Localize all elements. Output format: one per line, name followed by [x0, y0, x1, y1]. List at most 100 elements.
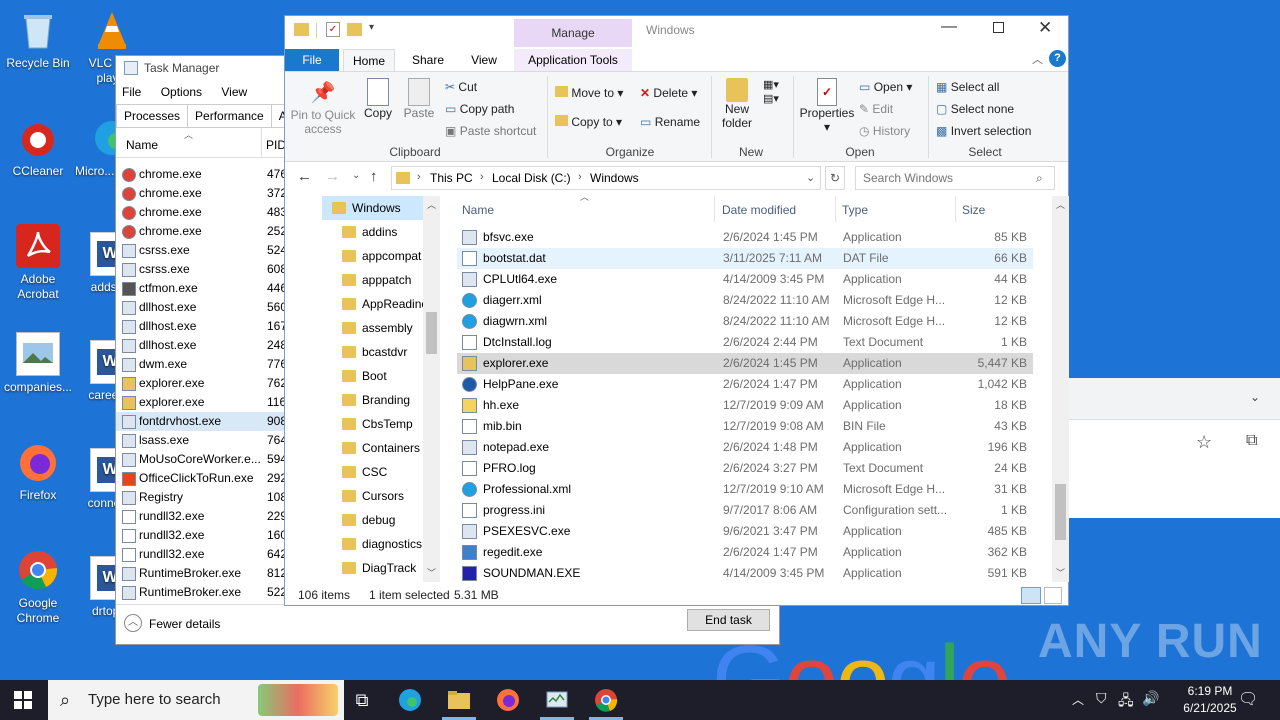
- history-button[interactable]: ◷ History: [859, 124, 910, 138]
- file-row[interactable]: regedit.exe 2/6/2024 1:47 PM Application 36…: [457, 542, 1033, 563]
- process-row[interactable]: csrss.exe 608: [116, 260, 286, 279]
- process-row[interactable]: dllhost.exe 167: [116, 317, 286, 336]
- address-bar[interactable]: › This PC › Local Disk (C:) › Windows ⌄: [391, 166, 821, 190]
- firefox-taskbar-icon[interactable]: [496, 688, 520, 712]
- process-row[interactable]: explorer.exe 762: [116, 374, 286, 393]
- select-none-button[interactable]: ▢ Select none: [936, 102, 1014, 116]
- minimize-icon[interactable]: —: [941, 18, 957, 36]
- taskbar-search-box[interactable]: ⌕ Type here to search: [48, 680, 344, 720]
- chrome-address-area[interactable]: ☆ ⧉: [1068, 424, 1280, 462]
- column-pid-header[interactable]: PID: [266, 138, 286, 152]
- menu-options[interactable]: Options: [161, 85, 202, 99]
- desktop-icon-google-chrome[interactable]: Google Chrome: [0, 548, 76, 626]
- process-row[interactable]: rundll32.exe 160: [116, 526, 286, 545]
- process-row[interactable]: lsass.exe 764: [116, 431, 286, 450]
- recent-locations-icon[interactable]: ⌄: [352, 170, 360, 181]
- move-to-button[interactable]: Move to ▾: [555, 86, 623, 100]
- properties-quick-icon[interactable]: ✓: [326, 22, 340, 37]
- paste-button[interactable]: Paste: [401, 78, 437, 120]
- process-row[interactable]: MoUsoCoreWorker.e... 594: [116, 450, 286, 469]
- fewer-details-link[interactable]: Fewer details: [149, 617, 220, 631]
- new-folder-quick-icon[interactable]: [347, 23, 362, 36]
- column-date-modified[interactable]: Date modified: [722, 203, 796, 217]
- search-input[interactable]: Search Windows ⌕: [855, 166, 1055, 190]
- paste-shortcut-button[interactable]: ▣ Paste shortcut: [445, 124, 536, 138]
- file-row[interactable]: bfsvc.exe 2/6/2024 1:45 PM Application 85 K…: [457, 227, 1033, 248]
- file-row[interactable]: bootstat.dat 3/11/2025 7:11 AM DAT File 66 …: [457, 248, 1033, 269]
- process-row[interactable]: rundll32.exe 642: [116, 545, 286, 564]
- task-view-icon[interactable]: ⧉: [350, 688, 374, 712]
- cut-button[interactable]: ✂ Cut: [445, 80, 477, 94]
- file-row[interactable]: explorer.exe 2/6/2024 1:45 PM Application 5…: [457, 353, 1033, 374]
- copy-path-button[interactable]: ▭ Copy path: [445, 102, 514, 116]
- end-task-button[interactable]: End task: [687, 609, 770, 631]
- column-name-header[interactable]: Name: [126, 138, 158, 152]
- task-manager-taskbar-icon[interactable]: [545, 688, 569, 712]
- show-hidden-icons-icon[interactable]: ︿: [1072, 691, 1084, 708]
- desktop-icon-ccleaner[interactable]: CCleaner: [0, 116, 76, 179]
- notifications-icon[interactable]: 🗨: [1238, 689, 1258, 709]
- breadcrumb-windows[interactable]: Windows: [590, 171, 639, 185]
- file-row[interactable]: PSEXESVC.exe 9/6/2021 3:47 PM Application 4…: [457, 521, 1033, 542]
- ribbon-collapse-icon[interactable]: ︿: [1032, 51, 1043, 67]
- edit-button[interactable]: ✎ Edit: [859, 102, 893, 116]
- maximize-icon[interactable]: [993, 22, 1004, 33]
- process-row[interactable]: dwm.exe 776: [116, 355, 286, 374]
- back-arrow-icon[interactable]: ←: [297, 168, 312, 185]
- new-item-button[interactable]: ▦▾ ▤▾: [763, 78, 779, 106]
- tree-item[interactable]: Windows: [322, 196, 423, 220]
- rename-button[interactable]: ▭ Rename: [640, 115, 700, 129]
- file-scrollbar[interactable]: ︿ ﹀: [1052, 196, 1069, 582]
- process-row[interactable]: dllhost.exe 248: [116, 336, 286, 355]
- file-row[interactable]: notepad.exe 2/6/2024 1:48 PM Application 19…: [457, 437, 1033, 458]
- clock-time[interactable]: 6:19 PM: [1173, 684, 1247, 698]
- process-row[interactable]: chrome.exe 483: [116, 203, 286, 222]
- edge-taskbar-icon[interactable]: [398, 688, 422, 712]
- process-row[interactable]: fontdrvhost.exe 908: [116, 412, 286, 431]
- forward-arrow-icon[interactable]: →: [325, 168, 340, 185]
- tab-home[interactable]: Home: [343, 49, 395, 71]
- delete-button[interactable]: ✕ Delete ▾: [640, 86, 697, 100]
- tab-share[interactable]: Share: [403, 49, 453, 71]
- desktop-icon-companies[interactable]: companies...: [0, 332, 76, 395]
- process-row[interactable]: rundll32.exe 229: [116, 507, 286, 526]
- breadcrumb-local-disk[interactable]: Local Disk (C:): [492, 171, 571, 185]
- tab-processes[interactable]: Processes: [116, 104, 189, 127]
- refresh-icon[interactable]: ↻: [825, 166, 845, 190]
- customize-quick-access-icon[interactable]: ▾: [369, 22, 374, 33]
- process-row[interactable]: chrome.exe 476: [116, 165, 286, 184]
- tab-performance[interactable]: Performance: [187, 104, 272, 127]
- pin-quick-access-button[interactable]: 📌 Pin to Quick access: [290, 78, 356, 136]
- file-row[interactable]: DtcInstall.log 2/6/2024 2:44 PM Text Docum…: [457, 332, 1033, 353]
- desktop-icon-firefox[interactable]: Firefox: [0, 440, 76, 503]
- process-row[interactable]: explorer.exe 116: [116, 393, 286, 412]
- chevron-up-circle-icon[interactable]: ︿: [124, 614, 142, 632]
- open-button[interactable]: ▭ Open ▾: [859, 80, 912, 94]
- explorer-titlebar[interactable]: ✓ ▾ Manage Windows — ✕: [285, 16, 1068, 47]
- properties-button[interactable]: ✓ Properties ▾: [799, 78, 855, 134]
- file-row[interactable]: diagwrn.xml 8/24/2022 11:10 AM Microsoft E…: [457, 311, 1033, 332]
- close-icon[interactable]: ✕: [1038, 18, 1052, 38]
- process-row[interactable]: chrome.exe 252: [116, 222, 286, 241]
- address-dropdown-icon[interactable]: ⌄: [806, 171, 815, 184]
- file-row[interactable]: Professional.xml 12/7/2019 9:10 AM Microso…: [457, 479, 1033, 500]
- network-icon[interactable]: 🖧: [1118, 690, 1134, 714]
- scroll-up-icon[interactable]: ︿: [1056, 198, 1065, 211]
- process-row[interactable]: OfficeClickToRun.exe 292: [116, 469, 286, 488]
- process-row[interactable]: RuntimeBroker.exe 812: [116, 564, 286, 583]
- process-row[interactable]: RuntimeBroker.exe 522: [116, 583, 286, 602]
- file-row[interactable]: progress.ini 9/7/2017 8:06 AM Configuratio…: [457, 500, 1033, 521]
- details-view-icon[interactable]: [1021, 587, 1041, 604]
- file-row[interactable]: SOUNDMAN.EXE 4/14/2009 3:45 PM Application…: [457, 563, 1033, 582]
- tab-file[interactable]: File: [285, 49, 339, 71]
- invert-selection-button[interactable]: ▩ Invert selection: [936, 124, 1031, 138]
- scroll-down-icon[interactable]: ﹀: [1056, 566, 1065, 579]
- column-name[interactable]: Name: [462, 203, 494, 217]
- tab-view[interactable]: View: [459, 49, 509, 71]
- process-row[interactable]: dllhost.exe 560: [116, 298, 286, 317]
- menu-view[interactable]: View: [221, 85, 247, 99]
- scroll-up-icon[interactable]: ︿: [427, 198, 436, 211]
- desktop-icon-adobe-acrobat[interactable]: Adobe Acrobat: [0, 224, 76, 302]
- security-tray-icon[interactable]: ⛉: [1096, 690, 1107, 707]
- bookmark-star-icon[interactable]: ☆: [1196, 432, 1212, 453]
